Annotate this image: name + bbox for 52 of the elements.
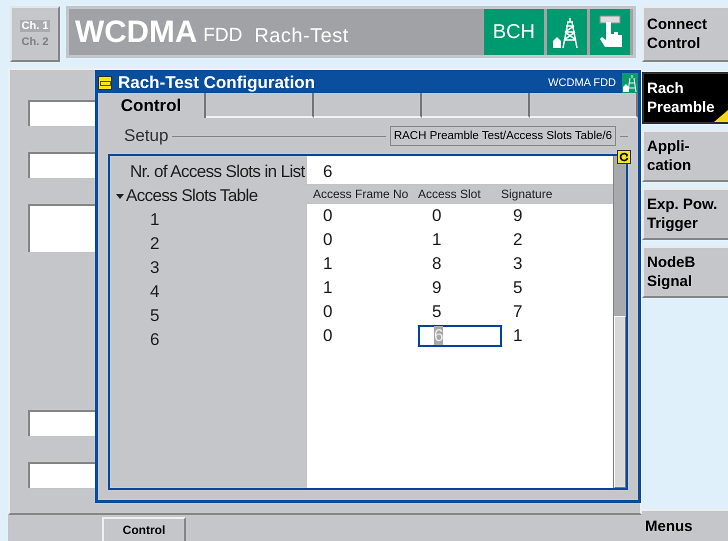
scroll-bar[interactable]	[613, 156, 626, 488]
table-cell[interactable]: 9	[418, 277, 502, 299]
row-index: 3	[149, 257, 160, 279]
setting-value[interactable]: 6	[323, 162, 332, 181]
table-cell[interactable]: 0	[418, 205, 502, 227]
table-cell[interactable]: 5	[418, 301, 502, 323]
softkey[interactable]: Rach Preamble	[642, 72, 728, 124]
table-cell[interactable]: 9	[501, 205, 532, 227]
row-index: 5	[149, 305, 160, 327]
table-cell[interactable]: 0	[313, 205, 342, 227]
channel-badge: BCH	[484, 9, 544, 55]
table-cell[interactable]: 1	[313, 277, 342, 299]
setting-label: Nr. of Access Slots in List	[129, 161, 306, 183]
table-cell[interactable]: 0	[313, 301, 342, 323]
table-cell[interactable]: 0	[313, 229, 342, 251]
row-index: 6	[149, 329, 160, 351]
table-cell[interactable]: 8	[418, 253, 502, 275]
tower-icon	[622, 73, 638, 93]
channel-label: Ch. 1	[20, 20, 50, 32]
tower-icon	[547, 9, 587, 55]
column-header: Access Frame No	[312, 187, 410, 201]
table-cell[interactable]: 3	[501, 253, 532, 275]
path-display: RACH Preamble Test/Access Slots Table/6	[390, 126, 616, 146]
channel-label: Ch. 2	[22, 36, 48, 48]
connect-control-softkey[interactable]: Connect Control	[642, 6, 728, 62]
refresh-icon[interactable]	[617, 150, 631, 164]
dialog-title: Rach-Test Configuration	[118, 73, 316, 93]
table-cell[interactable]: 7	[501, 301, 532, 323]
group-legend: Setup	[124, 126, 168, 146]
softkey[interactable]: Exp. Pow. Trigger	[642, 188, 728, 240]
softkey[interactable]: NodeB Signal	[642, 246, 728, 298]
hand-pointer-icon	[590, 9, 630, 55]
application-name: Rach-Test	[254, 24, 349, 48]
table-label: Access Slots Table	[126, 185, 258, 207]
row-index: 4	[149, 281, 160, 303]
table-cell[interactable]: 5	[501, 277, 532, 299]
minimize-icon[interactable]	[98, 76, 112, 90]
row-index: 1	[149, 209, 160, 231]
table-cell[interactable]: 2	[501, 229, 532, 251]
table-cell[interactable]: 1	[313, 253, 342, 275]
standard-title: WCDMA	[75, 14, 198, 50]
table-cell[interactable]: 0	[313, 325, 342, 347]
column-header: Access Slot	[417, 187, 482, 201]
table-cell[interactable]: 1	[501, 325, 532, 347]
row-index: 2	[149, 233, 160, 255]
table-cell[interactable]: 1	[418, 229, 502, 251]
softkey[interactable]: Appli- cation	[642, 130, 728, 182]
bottom-tab[interactable]: Control	[102, 517, 186, 541]
tree-node[interactable]: Access Slots Table	[110, 184, 307, 208]
mode-label: WCDMA FDD	[548, 77, 616, 89]
column-header: Signature	[500, 187, 554, 201]
standard-mode: FDD	[203, 25, 242, 47]
